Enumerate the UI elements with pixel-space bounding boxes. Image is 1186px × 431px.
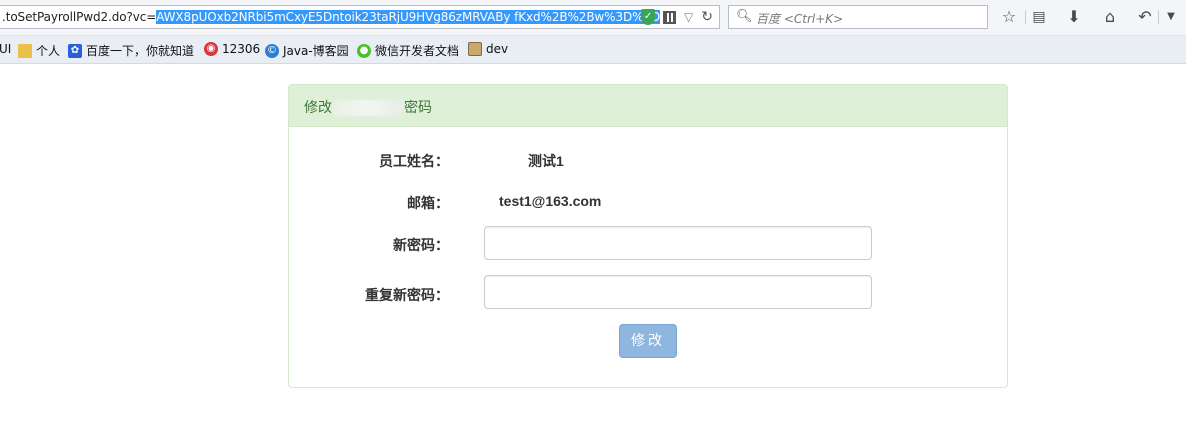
image-icon (468, 42, 482, 56)
panel-heading: 修改 密码 (289, 85, 1007, 127)
bookmark-dev[interactable]: dev (468, 42, 508, 56)
employee-name-label: 员工姓名： (379, 154, 449, 170)
search-icon: 🔍︎ (736, 9, 753, 24)
wechat-icon: ● (357, 43, 371, 58)
bookmark-label: UI (0, 42, 12, 56)
bookmark-wechat-docs[interactable]: ● 微信开发者文档 (357, 42, 459, 59)
menu-dropdown-icon[interactable]: ▼ (1160, 6, 1182, 28)
repeat-password-label: 重复新密码： (365, 288, 449, 304)
bookmark-star-icon[interactable]: ☆ (998, 6, 1020, 28)
bookmark-label: 12306 (222, 42, 261, 56)
url-selected-text: AWX8pUOxb2NRbi5mCxyE5Dntoik23taRjU9HVg86… (156, 10, 661, 24)
bookmark-label: Java-博客园 (283, 44, 349, 58)
folder-icon (18, 43, 32, 58)
email-value: test1@163.com (499, 193, 602, 209)
repeat-password-input[interactable] (484, 275, 872, 309)
employee-name-value: 测试1 (528, 153, 564, 169)
qr-code-icon[interactable] (663, 10, 677, 24)
panel-title-suffix: 密码 (404, 100, 432, 116)
search-box[interactable]: 🔍︎ 百度 <Ctrl+K> (728, 5, 988, 29)
browser-toolbar: .toSetPayrollPwd2.do?vc=AWX8pUOxb2NRbi5m… (0, 0, 1186, 36)
bookmark-personal[interactable]: 个人 (18, 42, 60, 59)
home-icon[interactable]: ⌂ (1099, 6, 1121, 28)
reload-icon[interactable]: ↻ (701, 9, 713, 25)
dropdown-arrow-icon[interactable]: ▽ (684, 10, 693, 24)
bookmark-label: 微信开发者文档 (375, 44, 460, 58)
panel-title: 修改 密码 (304, 97, 432, 117)
back-arrow-icon[interactable]: ↶ (1134, 6, 1156, 28)
panel-title-prefix: 修改 (304, 100, 332, 116)
bookmarks-bar: UI 个人 ✿ 百度一下，你就知道 ◉ 12306 © Java-博客园 ● 微… (0, 36, 1186, 64)
url-prefix: .toSetPayrollPwd2.do?vc= (2, 10, 157, 24)
search-placeholder: 百度 <Ctrl+K> (756, 12, 844, 26)
bookmark-cnblogs[interactable]: © Java-博客园 (265, 42, 349, 59)
bookmark-baidu[interactable]: ✿ 百度一下，你就知道 (68, 42, 194, 59)
toolbar-separator (1025, 10, 1026, 24)
toolbar-separator (1158, 10, 1159, 24)
new-password-input[interactable] (484, 226, 872, 260)
email-label: 邮箱： (407, 196, 449, 212)
bookmark-label: 个人 (36, 44, 61, 58)
12306-icon: ◉ (204, 42, 218, 56)
url-bar[interactable]: .toSetPayrollPwd2.do?vc=AWX8pUOxb2NRbi5m… (0, 5, 720, 29)
change-password-panel: 修改 密码 员工姓名： 测试1 邮箱： test1@163.com 新密码： 重复… (288, 84, 1008, 388)
redacted-text (333, 100, 403, 116)
download-icon[interactable]: ⬇ (1063, 6, 1085, 28)
shield-icon[interactable]: ✓ (641, 9, 656, 25)
bookmark-label: 百度一下，你就知道 (86, 44, 195, 58)
reading-list-icon[interactable]: ▤ (1028, 6, 1050, 28)
cnblogs-icon: © (265, 43, 279, 58)
bookmark-label: dev (486, 42, 509, 56)
url-text[interactable]: .toSetPayrollPwd2.do?vc=AWX8pUOxb2NRbi5m… (2, 10, 660, 24)
new-password-label: 新密码： (393, 238, 449, 254)
baidu-icon: ✿ (68, 43, 82, 58)
submit-button[interactable]: 修改 (619, 324, 677, 358)
bookmark-12306[interactable]: ◉ 12306 (204, 42, 260, 56)
bookmark-ui[interactable]: UI (0, 42, 11, 56)
